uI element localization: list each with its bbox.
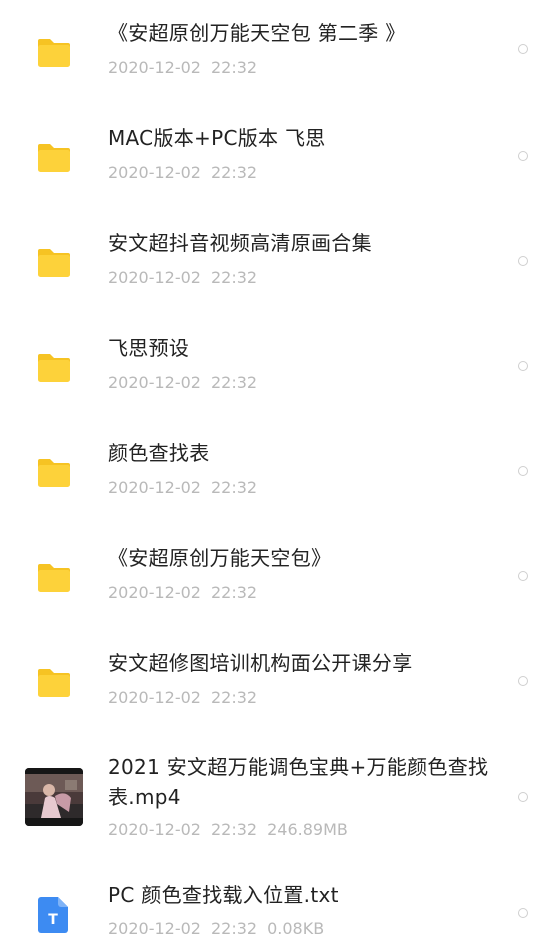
file-meta: 2020-12-02 22:32 (108, 162, 267, 184)
list-item[interactable]: 2021 安文超万能调色宝典+万能颜色查找表.mp4 2020-12-02 22:… (0, 735, 556, 860)
file-time: 22:32 (210, 373, 258, 392)
file-time: 22:32 (210, 163, 258, 182)
file-size: 246.89MB (267, 820, 348, 839)
folder-icon (36, 668, 72, 698)
list-item[interactable]: 《安超原创万能天空包 第二季 》 2020-12-02 22:32 (0, 0, 556, 105)
file-meta: 2020-12-02 22:32 (108, 687, 267, 709)
file-meta: 2020-12-02 22:32 (108, 477, 267, 499)
file-meta: 2020-12-02 22:32 (108, 57, 267, 79)
file-meta: 2020-12-02 22:32 (108, 372, 267, 394)
file-name: 飞思预设 (108, 336, 190, 360)
file-date: 2020-12-02 (108, 163, 201, 182)
file-date: 2020-12-02 (108, 583, 201, 602)
file-meta: 2020-12-02 22:32 (108, 267, 267, 289)
select-radio[interactable] (518, 256, 528, 266)
folder-icon (36, 353, 72, 383)
file-date: 2020-12-02 (108, 478, 201, 497)
list-item[interactable]: T PC 颜色查找载入位置.txt 2020-12-02 22:32 0.08KB (0, 860, 556, 942)
file-date: 2020-12-02 (108, 268, 201, 287)
list-item[interactable]: 颜色查找表 2020-12-02 22:32 (0, 420, 556, 525)
file-meta: 2020-12-02 22:32 0.08KB (108, 918, 334, 940)
select-radio[interactable] (518, 792, 528, 802)
select-radio[interactable] (518, 676, 528, 686)
file-time: 22:32 (210, 268, 258, 287)
folder-icon (36, 38, 72, 68)
file-meta: 2020-12-02 22:32 246.89MB (108, 819, 358, 841)
file-time: 22:32 (210, 688, 258, 707)
file-name: 《安超原创万能天空包 第二季 》 (108, 21, 406, 45)
file-size: 0.08KB (267, 919, 325, 938)
file-date: 2020-12-02 (108, 919, 201, 938)
video-thumbnail (25, 768, 83, 826)
select-radio[interactable] (518, 571, 528, 581)
list-item[interactable]: MAC版本+PC版本 飞思 2020-12-02 22:32 (0, 105, 556, 210)
file-date: 2020-12-02 (108, 820, 201, 839)
file-time: 22:32 (210, 58, 258, 77)
select-radio[interactable] (518, 151, 528, 161)
text-file-icon: T (38, 897, 68, 933)
select-radio[interactable] (518, 44, 528, 54)
list-item[interactable]: 安文超修图培训机构面公开课分享 2020-12-02 22:32 (0, 630, 556, 735)
file-name: 2021 安文超万能调色宝典+万能颜色查找表.mp4 (108, 755, 489, 809)
file-date: 2020-12-02 (108, 373, 201, 392)
file-name: 《安超原创万能天空包》 (108, 546, 332, 570)
file-list: 《安超原创万能天空包 第二季 》 2020-12-02 22:32 MAC版本+P… (0, 0, 556, 942)
file-time: 22:32 (210, 820, 258, 839)
list-item[interactable]: 飞思预设 2020-12-02 22:32 (0, 315, 556, 420)
file-name: PC 颜色查找载入位置.txt (108, 883, 339, 907)
file-name: MAC版本+PC版本 飞思 (108, 126, 326, 150)
select-radio[interactable] (518, 361, 528, 371)
select-radio[interactable] (518, 466, 528, 476)
file-name: 颜色查找表 (108, 441, 210, 465)
file-time: 22:32 (210, 478, 258, 497)
file-meta: 2020-12-02 22:32 (108, 582, 267, 604)
file-date: 2020-12-02 (108, 58, 201, 77)
list-item[interactable]: 安文超抖音视频高清原画合集 2020-12-02 22:32 (0, 210, 556, 315)
folder-icon (36, 143, 72, 173)
file-name: 安文超修图培训机构面公开课分享 (108, 651, 413, 675)
file-date: 2020-12-02 (108, 688, 201, 707)
select-radio[interactable] (518, 908, 528, 918)
file-name: 安文超抖音视频高清原画合集 (108, 231, 372, 255)
file-time: 22:32 (210, 919, 258, 938)
folder-icon (36, 563, 72, 593)
file-time: 22:32 (210, 583, 258, 602)
folder-icon (36, 248, 72, 278)
list-item[interactable]: 《安超原创万能天空包》 2020-12-02 22:32 (0, 525, 556, 630)
folder-icon (36, 458, 72, 488)
txt-icon-letter: T (48, 912, 58, 928)
